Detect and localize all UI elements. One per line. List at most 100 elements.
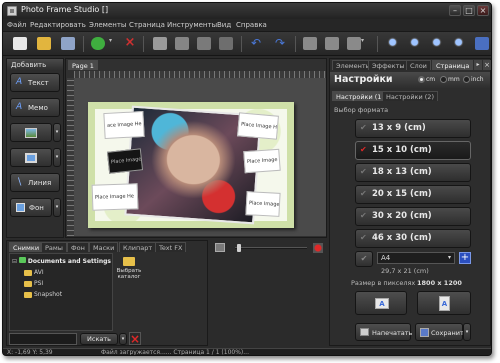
add-background-button[interactable]: Фон bbox=[10, 198, 52, 217]
image-placeholder[interactable]: ace Image He bbox=[103, 110, 145, 140]
close-button[interactable]: × bbox=[477, 5, 489, 16]
landscape-orientation-button[interactable]: A bbox=[355, 291, 407, 315]
add-image-button[interactable] bbox=[10, 123, 52, 142]
format-13x9-button[interactable]: ✔ 13 x 9 (cm) bbox=[355, 119, 471, 138]
print-button[interactable]: Напечатать bbox=[355, 323, 412, 341]
tree-item-psi[interactable]: PSI bbox=[24, 280, 43, 287]
maximize-button[interactable]: □ bbox=[463, 5, 475, 16]
collapse-icon[interactable]: ⊟ bbox=[12, 258, 17, 265]
clear-search-icon[interactable]: × bbox=[129, 332, 141, 345]
add-line-button[interactable]: ∖ Линия bbox=[10, 173, 60, 192]
add-text-button[interactable]: A Текст bbox=[10, 73, 60, 92]
format-18x13-button[interactable]: ✔ 18 x 13 (cm) bbox=[355, 163, 471, 182]
unit-cm-radio[interactable] bbox=[418, 76, 425, 83]
tab-snapshots[interactable]: Снимки bbox=[9, 242, 44, 252]
tab-layers[interactable]: Слои bbox=[406, 60, 431, 70]
add-frame-button[interactable] bbox=[10, 148, 52, 167]
app-window: Photo Frame Studio [] – □ × Файл Редакти… bbox=[2, 2, 492, 356]
distribute-icon[interactable] bbox=[325, 37, 339, 50]
add-memo-button[interactable]: A Мемо bbox=[10, 98, 60, 117]
tab-page[interactable]: Страница bbox=[432, 60, 474, 70]
zoom-fit-icon[interactable] bbox=[387, 37, 401, 50]
tab-frames[interactable]: Рамы bbox=[41, 242, 67, 252]
frame-dropdown-button[interactable]: ▾ bbox=[53, 148, 61, 167]
format-15x10-button[interactable]: ✔ 15 x 10 (cm) bbox=[355, 141, 471, 160]
record-icon[interactable] bbox=[313, 243, 323, 253]
menu-page[interactable]: Страница bbox=[129, 21, 165, 29]
add-icon[interactable] bbox=[91, 37, 105, 50]
check-icon: ✔ bbox=[360, 233, 367, 242]
menu-tools[interactable]: Инструменты bbox=[167, 21, 217, 29]
menu-edit[interactable]: Редактировать bbox=[30, 21, 86, 29]
zoom-100-icon[interactable] bbox=[453, 37, 467, 50]
tree-item-snapshot[interactable]: Snapshot bbox=[24, 291, 62, 298]
tab-masks[interactable]: Маски bbox=[89, 242, 119, 252]
folder-icon bbox=[24, 280, 32, 287]
delete-icon[interactable]: × bbox=[123, 36, 137, 50]
image-dropdown-button[interactable]: ▾ bbox=[53, 123, 61, 142]
add-text-label: Текст bbox=[28, 79, 49, 87]
background-dropdown-button[interactable]: ▾ bbox=[53, 198, 61, 217]
image-placeholder[interactable]: Place Image Here bbox=[237, 112, 279, 140]
search-options-dropdown[interactable]: ▾ bbox=[119, 333, 127, 345]
redo-icon[interactable]: ↷ bbox=[273, 37, 287, 50]
close-panel-icon[interactable]: × bbox=[483, 60, 491, 70]
paper-size-dimensions: 29,7 x 21 (cm) bbox=[381, 267, 429, 275]
folder-tree: ⊟ Documents and Settings AVI PSI Snapsho… bbox=[9, 253, 113, 331]
tab-text-fx[interactable]: Text FX bbox=[155, 242, 187, 252]
help-icon[interactable] bbox=[475, 37, 489, 50]
layer-front-icon[interactable] bbox=[153, 37, 167, 50]
image-placeholder[interactable]: Place Image Her bbox=[243, 148, 281, 174]
zoom-slider-track[interactable] bbox=[235, 247, 307, 249]
tree-item-label: Snapshot bbox=[34, 291, 63, 298]
image-placeholder[interactable]: Place Image Here bbox=[245, 191, 281, 217]
custom-format-check[interactable]: ✔ bbox=[355, 251, 373, 267]
image-placeholder[interactable]: Place Image He bbox=[91, 183, 139, 211]
tab-effects[interactable]: Эффекты bbox=[368, 60, 409, 70]
tree-root[interactable]: ⊟ Documents and Settings bbox=[12, 257, 111, 265]
unit-inch-radio[interactable] bbox=[463, 76, 470, 83]
menu-view[interactable]: Вид bbox=[217, 21, 231, 29]
zoom-slider-handle[interactable] bbox=[237, 244, 241, 252]
tab-settings-1[interactable]: Настройки (1) bbox=[332, 91, 388, 101]
tab-page-1[interactable]: Page 1 bbox=[68, 60, 98, 70]
app-logo-icon bbox=[7, 6, 17, 16]
format-30x20-button[interactable]: ✔ 30 x 20 (cm) bbox=[355, 207, 471, 226]
save-icon[interactable] bbox=[61, 37, 75, 50]
undo-icon[interactable]: ↶ bbox=[249, 37, 263, 50]
portrait-orientation-button[interactable]: A bbox=[417, 291, 471, 315]
format-label-text: 18 x 13 (cm) bbox=[372, 167, 432, 177]
layer-forward-icon[interactable] bbox=[175, 37, 189, 50]
fit-page-icon[interactable] bbox=[215, 243, 225, 252]
grid-dropdown-icon[interactable]: ▾ bbox=[361, 37, 375, 50]
tab-settings-2[interactable]: Настройки (2) bbox=[382, 91, 438, 101]
minimize-button[interactable]: – bbox=[449, 5, 461, 16]
unit-mm-radio[interactable] bbox=[440, 76, 447, 83]
chevron-down-icon[interactable]: ▾ bbox=[109, 37, 123, 50]
menu-help[interactable]: Справка bbox=[236, 21, 267, 29]
zoom-in-icon[interactable] bbox=[409, 37, 423, 50]
paper-size-select[interactable]: A4 ▾ bbox=[377, 252, 455, 264]
search-button[interactable]: Искать bbox=[80, 333, 118, 345]
menu-file[interactable]: Файл bbox=[7, 21, 26, 29]
search-input[interactable] bbox=[9, 333, 77, 345]
new-file-icon[interactable] bbox=[13, 37, 27, 50]
format-46x30-button[interactable]: ✔ 46 x 30 (cm) bbox=[355, 229, 471, 248]
scroll-tabs-right-icon[interactable]: ▸ bbox=[474, 60, 482, 70]
tab-backgrounds[interactable]: Фон bbox=[67, 242, 89, 252]
choose-catalog-button[interactable]: Выбрать каталог bbox=[115, 255, 143, 289]
layer-backward-icon[interactable] bbox=[197, 37, 211, 50]
format-20x15-button[interactable]: ✔ 20 x 15 (cm) bbox=[355, 185, 471, 204]
tree-item-avi[interactable]: AVI bbox=[24, 269, 44, 276]
tab-clipart[interactable]: Клипарт bbox=[119, 242, 157, 252]
align-icon[interactable] bbox=[303, 37, 317, 50]
layer-back-icon[interactable] bbox=[219, 37, 233, 50]
save-button[interactable]: Сохранить bbox=[415, 323, 468, 341]
save-options-dropdown[interactable]: ▾ bbox=[463, 323, 471, 341]
add-format-icon[interactable]: + bbox=[459, 252, 471, 264]
open-folder-icon[interactable] bbox=[37, 37, 51, 50]
image-placeholder[interactable]: Place Image Here bbox=[106, 148, 144, 174]
grid-icon[interactable] bbox=[347, 37, 361, 50]
menu-elements[interactable]: Элементы bbox=[89, 21, 126, 29]
zoom-out-icon[interactable] bbox=[431, 37, 445, 50]
